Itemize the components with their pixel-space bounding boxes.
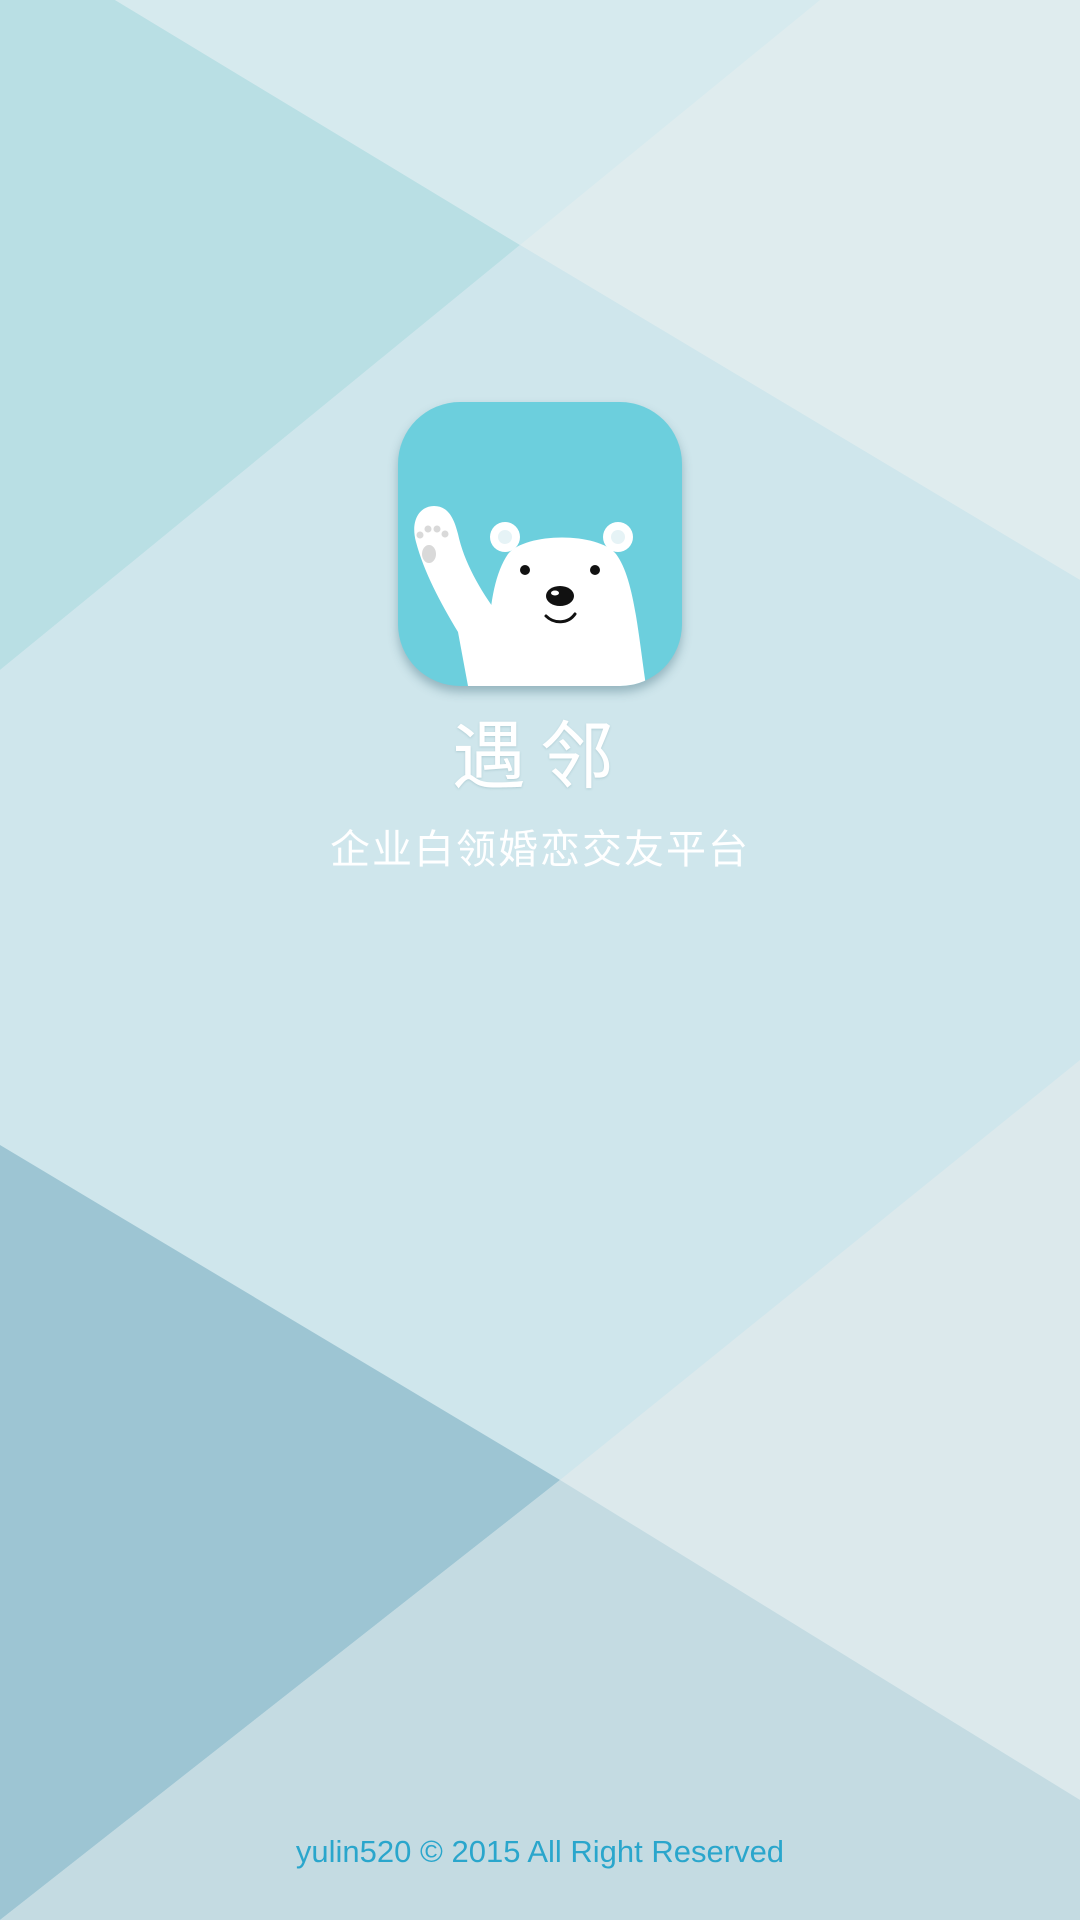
app-tagline: 企业白领婚恋交友平台 [330,827,750,873]
geometric-background [0,0,1080,1920]
copyright-notice: yulin520 © 2015 All Right Reserved [295,1834,785,1869]
app-logo [398,402,682,686]
splash-screen: 遇邻 企业白领婚恋交友平台 yulin520 © 2015 All Right … [0,0,1080,1920]
app-name-title: 遇邻 [452,714,628,800]
polar-bear-waving-icon [414,506,646,686]
